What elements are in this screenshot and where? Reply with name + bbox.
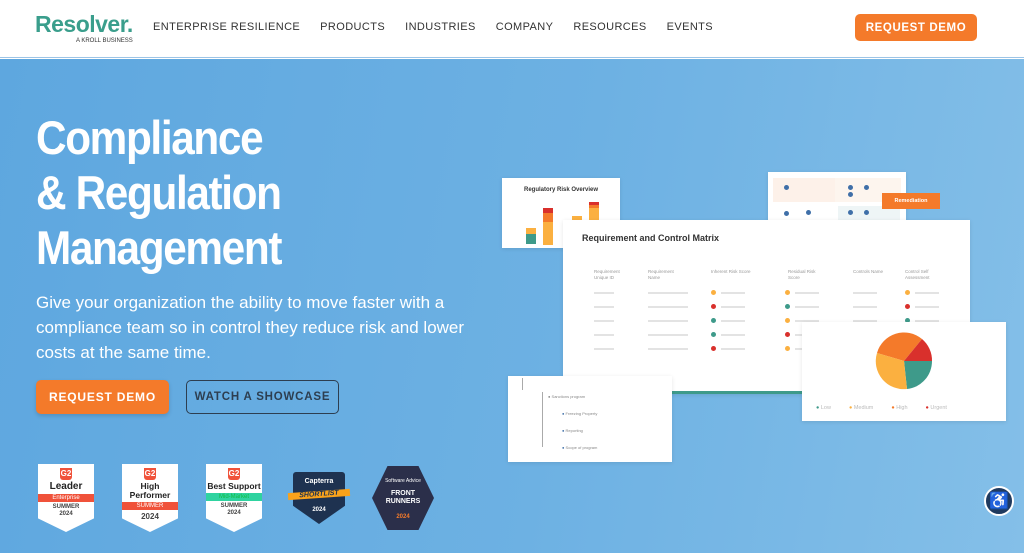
logo-wordmark: Resolver. — [35, 11, 133, 37]
logo-subtitle: A KROLL BUSINESS — [75, 38, 133, 44]
title-line: Compliance — [36, 111, 264, 164]
capterra-shortlist-badge: Capterra SHORTLIST 2024 — [287, 472, 351, 524]
nav-enterprise-resilience[interactable]: ENTERPRISE RESILIENCE — [153, 21, 300, 33]
header-request-demo-button[interactable]: REQUEST DEMO — [855, 14, 977, 41]
risk-pie-card: ● Low ● Medium ● High ● Urgent — [802, 322, 1006, 421]
tree-item: ● Scope of program — [562, 445, 598, 450]
risk-pie-chart — [875, 332, 933, 390]
nav-company[interactable]: COMPANY — [496, 21, 554, 33]
matrix-header: Inherent Risk Score — [711, 269, 751, 274]
tree-item: ● Reporting — [562, 428, 583, 433]
tree-item: ● Freezing Property — [562, 411, 598, 416]
g2-best-support-badge: G2 Best Support Mid-Market SUMMER 2024 — [206, 464, 262, 532]
program-tree-card: ● Sanctions program ● Freezing Property … — [508, 376, 672, 462]
nav-resources[interactable]: RESOURCES — [573, 21, 646, 33]
legend-urgent: ● Urgent — [925, 405, 947, 411]
nav-products[interactable]: PRODUCTS — [320, 21, 385, 33]
header: Resolver. A KROLL BUSINESS ENTERPRISE RE… — [0, 0, 1024, 58]
matrix-header: Requirement Name — [648, 269, 674, 280]
matrix-header: Requirement Unique ID — [594, 269, 620, 280]
resolver-logo[interactable]: Resolver. A KROLL BUSINESS — [35, 11, 133, 44]
matrix-header: Controls Name — [853, 269, 884, 274]
matrix-header: Control Self Assessment — [905, 269, 930, 280]
request-demo-button[interactable]: REQUEST DEMO — [36, 380, 169, 414]
matrix-title: Requirement and Control Matrix — [582, 233, 720, 243]
title-line: Management — [36, 221, 282, 274]
legend-high: ● High — [891, 405, 908, 411]
g2-high-performer-badge: G2 High Performer SUMMER 2024 — [122, 464, 178, 532]
main-nav: ENTERPRISE RESILIENCE PRODUCTS INDUSTRIE… — [153, 21, 713, 33]
hero-title: Compliance & Regulation Management — [36, 110, 282, 275]
tree-item: ● Sanctions program — [548, 394, 586, 399]
accessibility-icon[interactable]: ♿ — [984, 486, 1014, 516]
title-line: & Regulation — [36, 166, 282, 219]
risk-card-title: Regulatory Risk Overview — [524, 187, 599, 193]
legend-low: ● Low — [816, 405, 831, 411]
matrix-header: Residual Risk Score — [788, 269, 816, 280]
watch-showcase-button[interactable]: WATCH A SHOWCASE — [186, 380, 339, 414]
nav-industries[interactable]: INDUSTRIES — [405, 21, 476, 33]
software-advice-front-runners-badge: Software Advice FRONT RUNNERS 2024 — [372, 466, 434, 530]
g2-leader-badge: G2 Leader Enterprise SUMMER 2024 — [38, 464, 94, 532]
nav-events[interactable]: EVENTS — [667, 21, 713, 33]
hero-description: Give your organization the ability to mo… — [36, 293, 465, 362]
remediation-tag: Remediation — [882, 193, 940, 209]
legend-medium: ● Medium — [848, 405, 874, 411]
